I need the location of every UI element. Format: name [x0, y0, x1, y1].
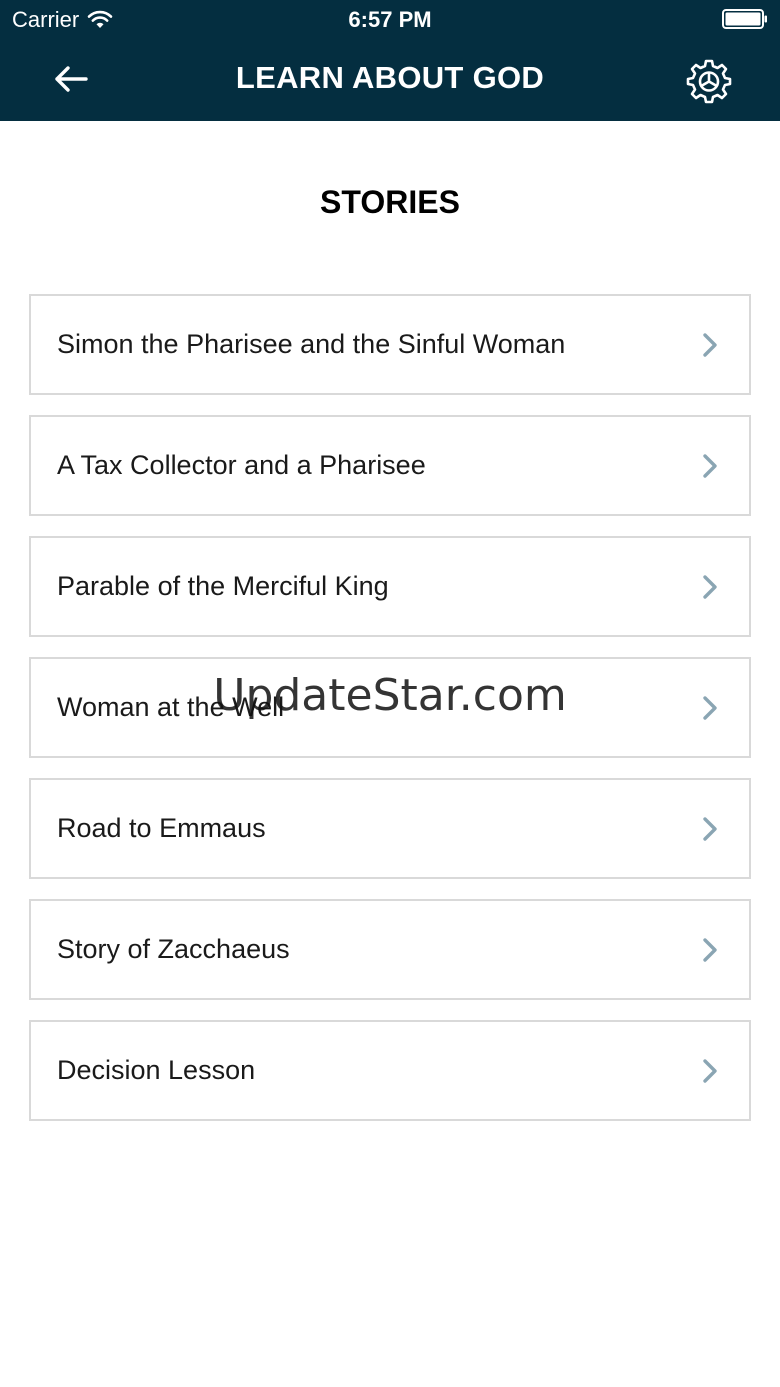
- chevron-right-icon: [703, 575, 717, 599]
- chevron-right-icon: [703, 1059, 717, 1083]
- story-list: Simon the Pharisee and the Sinful Woman …: [29, 294, 751, 1141]
- story-item-woman-at-well[interactable]: Woman at the Well: [29, 657, 751, 758]
- chevron-right-icon: [703, 454, 717, 478]
- story-label: A Tax Collector and a Pharisee: [57, 450, 426, 480]
- story-item-simon-pharisee[interactable]: Simon the Pharisee and the Sinful Woman: [29, 294, 751, 395]
- status-bar: Carrier 6:57 PM: [0, 0, 780, 40]
- story-item-tax-collector[interactable]: A Tax Collector and a Pharisee: [29, 415, 751, 516]
- chevron-right-icon: [703, 817, 717, 841]
- section-title: STORIES: [320, 184, 460, 220]
- story-label: Decision Lesson: [57, 1055, 256, 1085]
- chevron-right-icon: [703, 696, 717, 720]
- story-label: Parable of the Merciful King: [57, 571, 389, 601]
- gear-icon: [686, 59, 732, 104]
- story-item-road-to-emmaus[interactable]: Road to Emmaus: [29, 778, 751, 879]
- chevron-right-icon: [703, 333, 717, 357]
- story-item-decision-lesson[interactable]: Decision Lesson: [29, 1020, 751, 1121]
- settings-button[interactable]: [684, 56, 734, 106]
- app-screen: Carrier 6:57 PM LEARN ABOUT GOD STORIES …: [0, 0, 780, 1387]
- story-label: Simon the Pharisee and the Sinful Woman: [57, 329, 566, 359]
- status-time: 6:57 PM: [348, 7, 432, 32]
- battery-icon: [722, 9, 767, 29]
- story-item-zacchaeus[interactable]: Story of Zacchaeus: [29, 899, 751, 1000]
- story-label: Story of Zacchaeus: [57, 934, 290, 964]
- story-label: Woman at the Well: [57, 692, 285, 722]
- chevron-right-icon: [703, 938, 717, 962]
- page-title: LEARN ABOUT GOD: [235, 60, 545, 95]
- story-label: Road to Emmaus: [57, 813, 266, 843]
- nav-bar: LEARN ABOUT GOD: [0, 40, 780, 121]
- story-item-merciful-king[interactable]: Parable of the Merciful King: [29, 536, 751, 637]
